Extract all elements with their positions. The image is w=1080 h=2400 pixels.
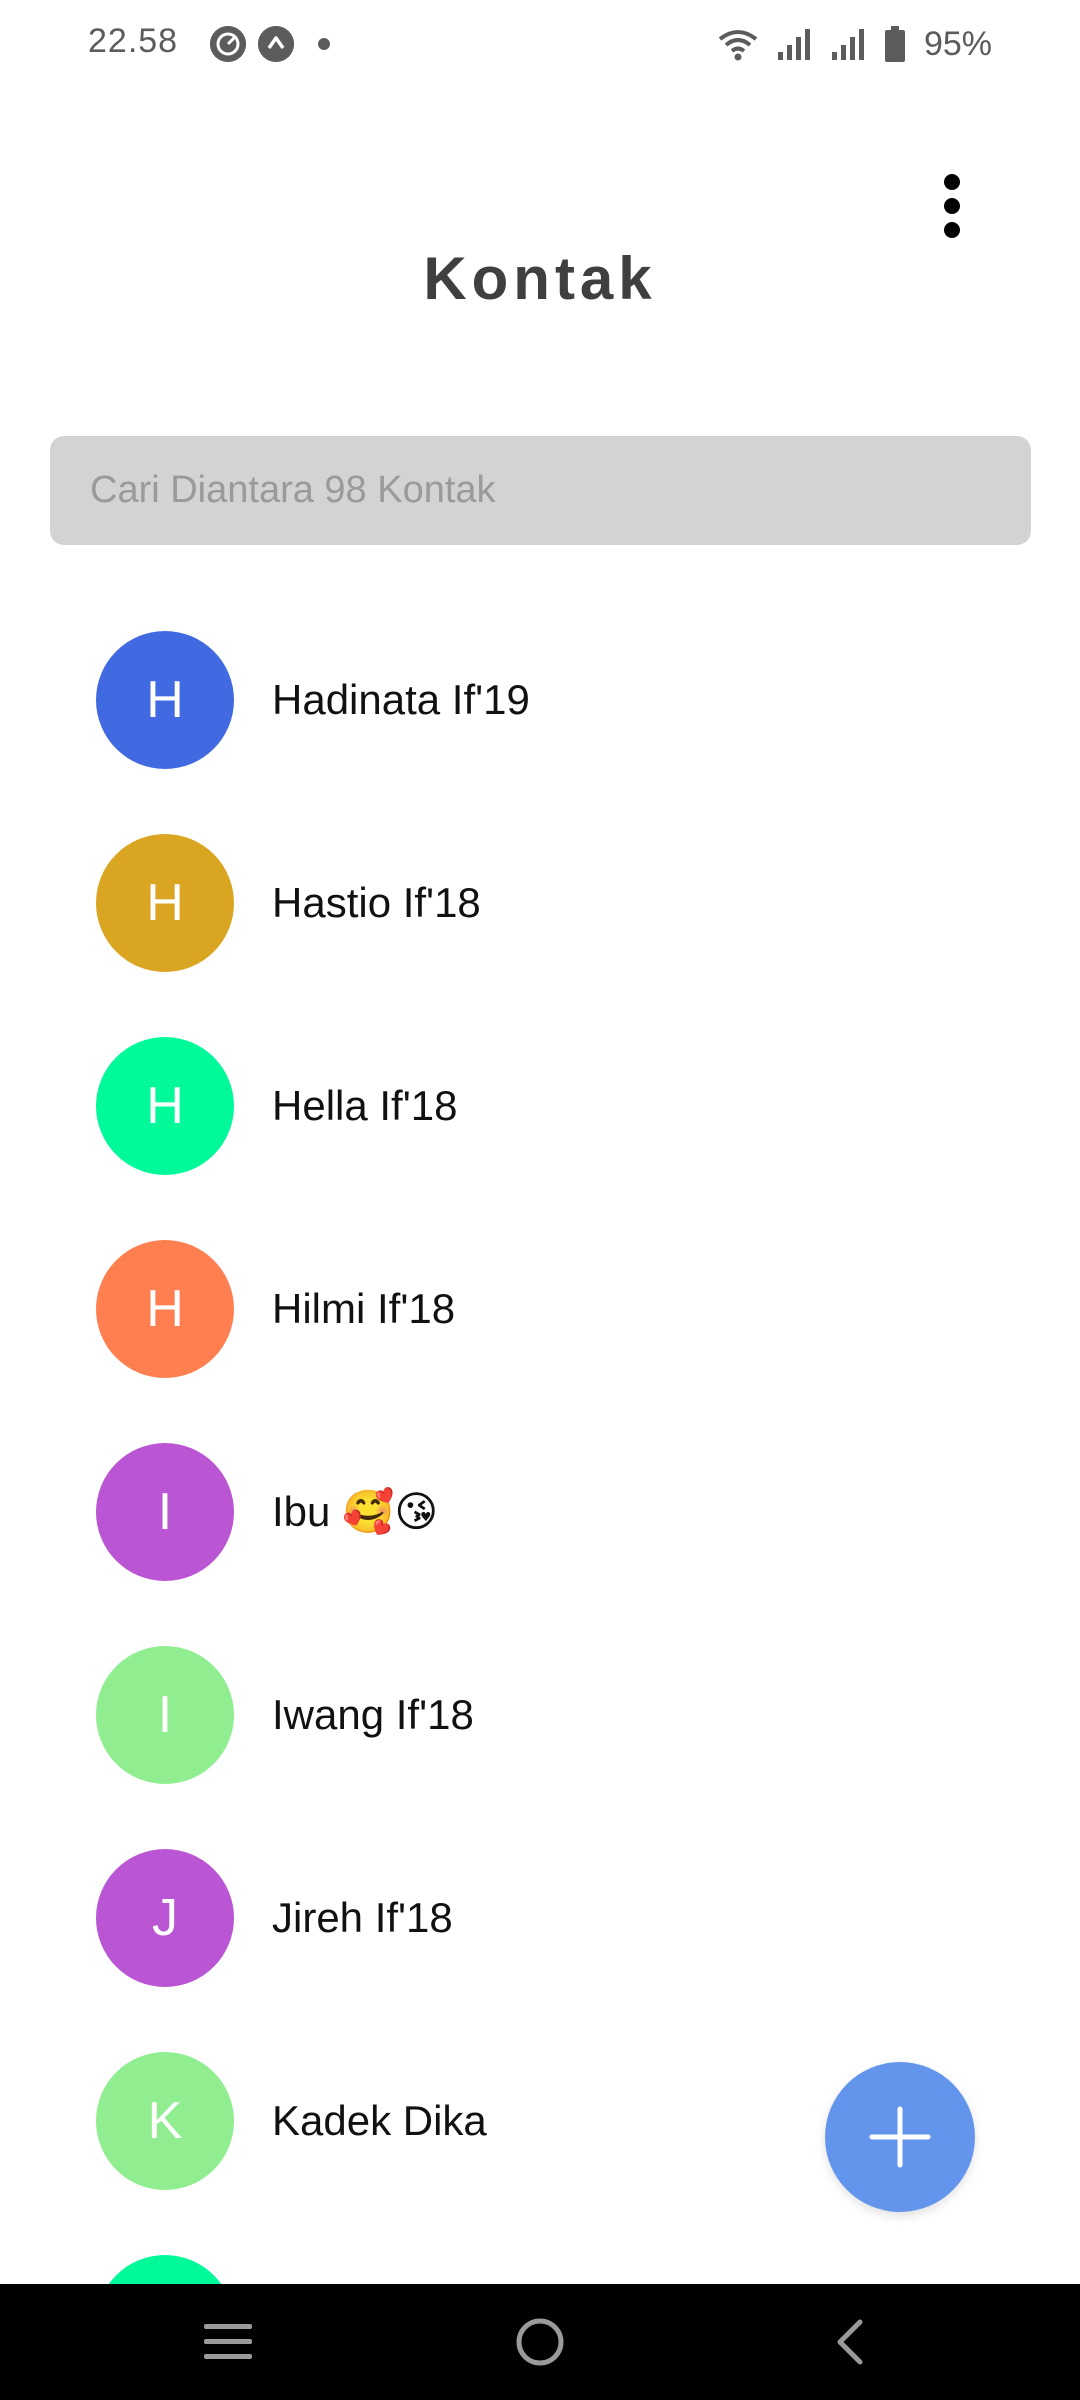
status-time: 22.58 xyxy=(88,22,179,60)
more-options-button[interactable] xyxy=(922,168,982,244)
contact-name: Hilmi If'18 xyxy=(272,1285,456,1332)
contact-name: Kadek Dika xyxy=(272,2097,487,2144)
contact-avatar: I xyxy=(96,1646,234,1784)
contact-avatar: H xyxy=(96,1240,234,1378)
more-vertical-icon-dot xyxy=(944,222,960,238)
contact-list-item[interactable]: H Hadinata If'19 xyxy=(0,615,1080,785)
contact-name: Hastio If'18 xyxy=(272,879,481,926)
more-vertical-icon-dot xyxy=(944,198,960,214)
contact-avatar: J xyxy=(96,1849,234,1987)
recent-apps-button[interactable] xyxy=(188,2308,268,2376)
wifi-icon xyxy=(718,30,758,61)
recent-apps-icon xyxy=(204,2324,252,2359)
contact-list-item[interactable]: H Hella If'18 xyxy=(0,1021,1080,1191)
back-icon xyxy=(837,2319,863,2365)
arrow-up-circle-icon xyxy=(258,26,294,62)
contact-name: Hella If'18 xyxy=(272,1082,458,1129)
contact-name: Jireh If'18 xyxy=(272,1894,453,1941)
more-vertical-icon xyxy=(944,174,960,190)
contact-avatar: H xyxy=(96,631,234,769)
signal-icon xyxy=(831,29,864,60)
contact-list-item[interactable]: I Iwang If'18 xyxy=(0,1630,1080,1800)
contact-list-item[interactable]: I Ibu 🥰😘 xyxy=(0,1427,1080,1597)
contact-avatar: K xyxy=(96,2052,234,2190)
home-icon xyxy=(516,2318,564,2366)
battery-icon xyxy=(884,26,905,62)
speedometer-icon xyxy=(210,26,246,62)
plus-icon xyxy=(869,2106,931,2168)
page-title: Kontak xyxy=(423,245,657,312)
contact-name: Ibu 🥰😘 xyxy=(272,1488,439,1535)
contact-name: Iwang If'18 xyxy=(272,1691,474,1738)
notification-dot-icon xyxy=(318,38,330,50)
back-button[interactable] xyxy=(810,2308,890,2376)
home-button[interactable] xyxy=(500,2308,580,2376)
navigation-bar xyxy=(0,2284,1080,2400)
status-indicators: 95% xyxy=(718,22,992,66)
status-bar: 22.58 95% xyxy=(0,0,1080,92)
contact-list-item[interactable]: H Hastio If'18 xyxy=(0,818,1080,988)
search-bar[interactable] xyxy=(50,436,1031,545)
contact-avatar: H xyxy=(96,1037,234,1175)
contact-name: Hadinata If'19 xyxy=(272,676,530,723)
add-contact-button[interactable] xyxy=(825,2062,975,2212)
signal-icon xyxy=(777,29,810,60)
contact-avatar: H xyxy=(96,834,234,972)
search-input[interactable] xyxy=(90,469,1031,512)
contact-list-item[interactable]: J Jireh If'18 xyxy=(0,1833,1080,2003)
battery-percentage: 95% xyxy=(923,24,992,63)
contact-avatar: I xyxy=(96,1443,234,1581)
contacts-screen: 22.58 95% Kontak Cari Diantara 98 Kontak… xyxy=(0,0,1080,2400)
contact-list-item[interactable]: H Hilmi If'18 xyxy=(0,1224,1080,1394)
